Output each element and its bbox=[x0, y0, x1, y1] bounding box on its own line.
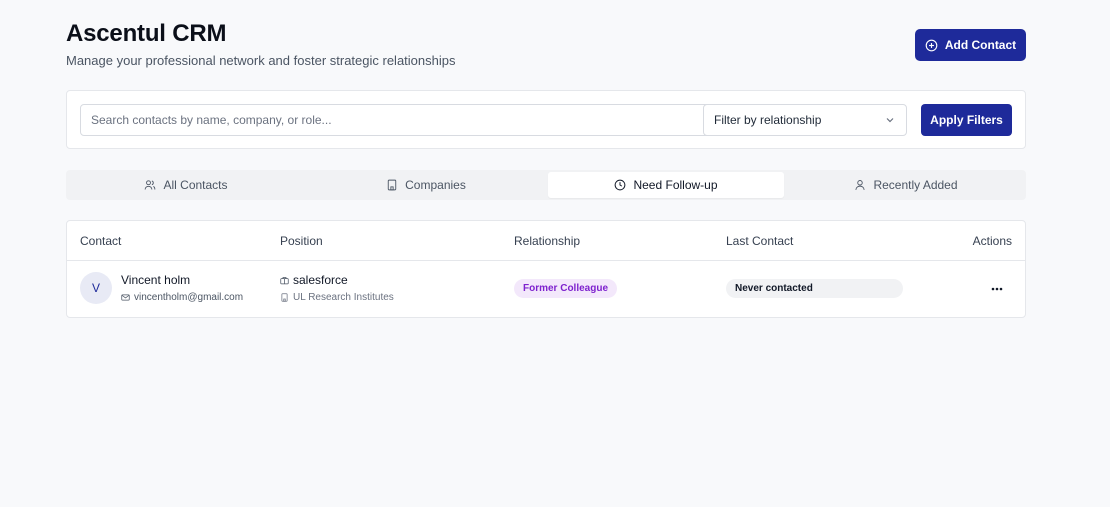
more-horizontal-icon bbox=[991, 287, 1003, 291]
search-input[interactable] bbox=[80, 104, 710, 136]
contact-company-text: UL Research Institutes bbox=[293, 292, 394, 303]
row-actions-button[interactable] bbox=[986, 278, 1008, 300]
building-icon bbox=[281, 293, 288, 302]
table-header: Contact Position Relationship Last Conta… bbox=[67, 221, 1025, 261]
page-header: Ascentul CRM Manage your professional ne… bbox=[66, 20, 1026, 72]
users-icon bbox=[145, 180, 156, 190]
plus-circle-icon bbox=[925, 39, 938, 51]
relationship-filter-value: Filter by relationship bbox=[714, 113, 822, 127]
contact-position: salesforce bbox=[280, 273, 348, 287]
user-icon bbox=[855, 180, 866, 190]
column-header-position: Position bbox=[280, 234, 323, 248]
apply-filters-button[interactable]: Apply Filters bbox=[921, 104, 1012, 136]
relationship-filter-select[interactable]: Filter by relationship bbox=[703, 104, 907, 136]
relationship-badge: Former Colleague bbox=[514, 279, 618, 298]
tab-label: Companies bbox=[405, 178, 466, 192]
avatar: V bbox=[80, 272, 112, 304]
tab-label: Need Follow-up bbox=[633, 178, 718, 192]
tab-label: All Contacts bbox=[163, 178, 228, 192]
add-contact-label: Add Contact bbox=[944, 38, 1017, 52]
chevron-down-icon bbox=[886, 118, 894, 123]
filter-bar: Filter by relationship Apply Filters bbox=[66, 90, 1026, 149]
add-contact-button[interactable]: Add Contact bbox=[915, 29, 1026, 61]
page-title: Ascentul CRM bbox=[66, 20, 227, 47]
contact-position-text: salesforce bbox=[293, 273, 348, 287]
tab-recently-added[interactable]: Recently Added bbox=[788, 172, 1024, 198]
contact-company: UL Research Institutes bbox=[280, 292, 394, 303]
last-contact-badge: Never contacted bbox=[726, 279, 903, 298]
column-header-actions: Actions bbox=[972, 234, 1012, 248]
contact-tabs: All Contacts Companies Need Follow-up Re… bbox=[66, 170, 1026, 200]
column-header-relationship: Relationship bbox=[514, 234, 581, 248]
mail-icon bbox=[121, 294, 130, 301]
tab-companies[interactable]: Companies bbox=[308, 172, 544, 198]
contact-email: vincentholm@gmail.com bbox=[121, 292, 243, 303]
contact-email-text: vincentholm@gmail.com bbox=[134, 292, 244, 303]
page-subtitle: Manage your professional network and fos… bbox=[66, 53, 456, 68]
table-row[interactable]: V Vincent holm vincentholm@gmail.com sal… bbox=[67, 261, 1025, 317]
briefcase-icon bbox=[280, 276, 289, 284]
column-header-contact: Contact bbox=[80, 234, 122, 248]
tab-all-contacts[interactable]: All Contacts bbox=[68, 172, 304, 198]
clock-icon bbox=[615, 179, 626, 191]
tab-need-follow-up[interactable]: Need Follow-up bbox=[548, 172, 784, 198]
contact-name[interactable]: Vincent holm bbox=[121, 273, 190, 287]
building-icon bbox=[387, 179, 397, 191]
contacts-table: Contact Position Relationship Last Conta… bbox=[66, 220, 1026, 318]
column-header-last-contact: Last Contact bbox=[726, 234, 794, 248]
tab-label: Recently Added bbox=[873, 178, 958, 192]
crm-page: Ascentul CRM Manage your professional ne… bbox=[0, 0, 1110, 507]
